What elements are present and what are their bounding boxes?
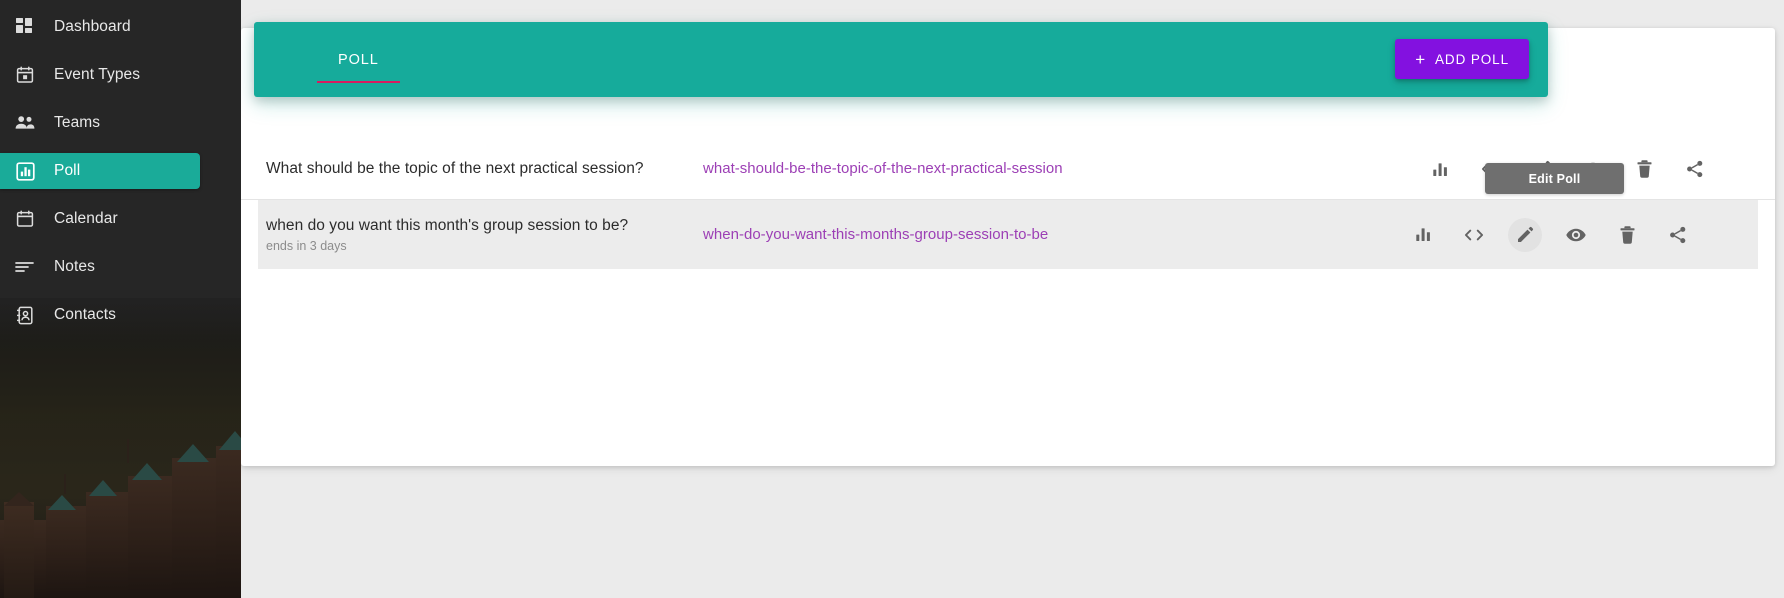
sidebar: Dashboard Event Types Teams Poll Calenda… <box>0 0 241 598</box>
sidebar-item-label: Notes <box>54 258 95 275</box>
sidebar-background-photo <box>0 298 241 598</box>
preview-icon-button[interactable] <box>1559 218 1593 252</box>
embed-code-icon-button[interactable] <box>1457 218 1491 252</box>
trash-icon <box>1620 225 1635 244</box>
share-icon <box>1686 160 1704 178</box>
sidebar-item-teams[interactable]: Teams <box>0 105 200 141</box>
sidebar-item-label: Contacts <box>54 306 116 323</box>
people-group-icon <box>14 112 36 134</box>
calendar-icon <box>14 208 36 230</box>
poll-title-cell: when do you want this month's group sess… <box>266 216 703 253</box>
tab-label: POLL <box>338 51 379 68</box>
poll-list: What should be the topic of the next pra… <box>241 139 1775 269</box>
tab-active-underline <box>317 81 400 83</box>
add-poll-label: ADD POLL <box>1435 51 1509 67</box>
sidebar-item-label: Dashboard <box>54 18 131 35</box>
sidebar-item-poll[interactable]: Poll <box>0 153 200 189</box>
contact-card-icon <box>14 304 36 326</box>
cityscape-silhouette <box>0 423 241 598</box>
poll-slug-link[interactable]: what-should-be-the-topic-of-the-next-pra… <box>703 160 1063 177</box>
tab-poll[interactable]: POLL <box>316 22 401 97</box>
sidebar-item-notes[interactable]: Notes <box>0 249 200 285</box>
sidebar-item-label: Teams <box>54 114 101 131</box>
tab-strip: POLL <box>316 22 401 97</box>
trash-icon <box>1637 160 1652 178</box>
table-row[interactable]: when do you want this month's group sess… <box>258 200 1758 269</box>
code-brackets-icon <box>1464 227 1484 243</box>
main-content: What should be the topic of the next pra… <box>241 0 1784 598</box>
bar-chart-icon <box>14 160 36 182</box>
results-icon-button[interactable] <box>1406 218 1440 252</box>
sidebar-item-event-types[interactable]: Event Types <box>0 57 200 93</box>
poll-slug-cell: what-should-be-the-topic-of-the-next-pra… <box>703 160 1263 178</box>
delete-icon-button[interactable] <box>1627 152 1661 186</box>
add-poll-button[interactable]: + ADD POLL <box>1395 39 1529 79</box>
poll-actions <box>1406 217 1758 252</box>
tooltip-text: Edit Poll <box>1528 171 1581 186</box>
share-icon <box>1669 226 1687 244</box>
pencil-edit-icon <box>1516 226 1534 244</box>
poll-expiry-label: ends in 3 days <box>266 239 347 254</box>
sidebar-item-calendar[interactable]: Calendar <box>0 201 200 237</box>
results-icon-button[interactable] <box>1423 152 1457 186</box>
share-icon-button[interactable] <box>1661 218 1695 252</box>
edit-icon-button[interactable] <box>1508 217 1542 252</box>
poll-slug-link[interactable]: when-do-you-want-this-months-group-sessi… <box>703 226 1048 243</box>
sidebar-item-contacts[interactable]: Contacts <box>0 297 200 333</box>
share-icon-button[interactable] <box>1678 152 1712 186</box>
eye-icon <box>1566 228 1586 242</box>
sidebar-item-dashboard[interactable]: Dashboard <box>0 9 200 45</box>
tooltip-edit-poll: Edit Poll <box>1485 163 1624 194</box>
poll-title: when do you want this month's group sess… <box>266 216 629 234</box>
sidebar-item-label: Poll <box>54 162 81 179</box>
sidebar-item-label: Calendar <box>54 210 118 227</box>
bar-chart-icon <box>1432 161 1449 178</box>
poll-title: What should be the topic of the next pra… <box>266 159 644 177</box>
calendar-event-icon <box>14 64 36 86</box>
poll-slug-cell: when-do-you-want-this-months-group-sessi… <box>703 226 1263 244</box>
delete-icon-button[interactable] <box>1610 218 1644 252</box>
sidebar-item-label: Event Types <box>54 66 141 83</box>
poll-header-bar: POLL + ADD POLL <box>254 22 1548 97</box>
bar-chart-icon <box>1415 226 1432 243</box>
poll-title-cell: What should be the topic of the next pra… <box>266 159 703 179</box>
dashboard-grid-icon <box>14 16 36 38</box>
notes-lines-icon <box>14 256 36 278</box>
plus-icon: + <box>1415 49 1427 69</box>
sidebar-nav: Dashboard Event Types Teams Poll Calenda… <box>0 0 241 333</box>
